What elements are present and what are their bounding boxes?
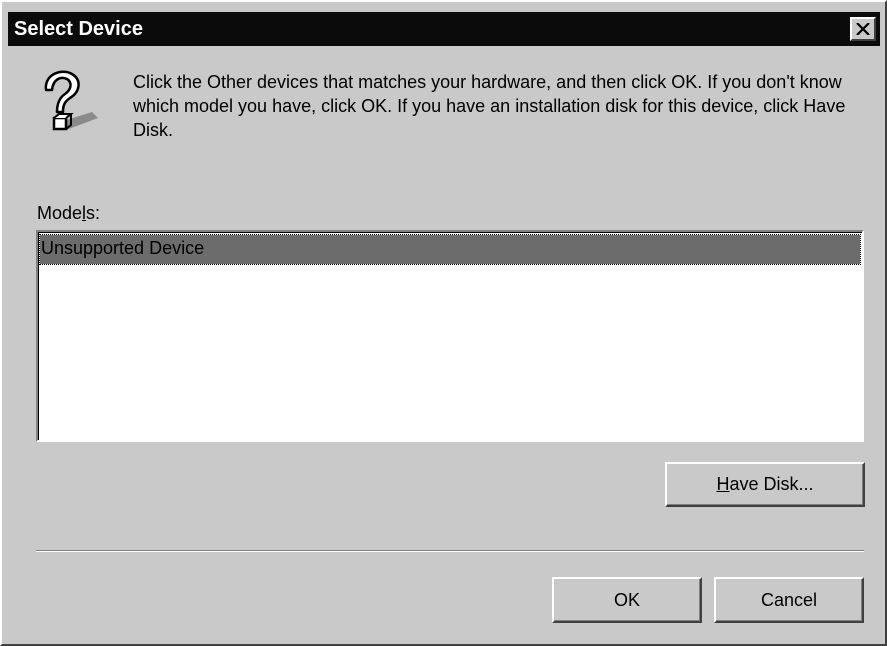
question-help-icon: [32, 64, 102, 144]
select-device-dialog: Select Device Click the Other devices th…: [0, 0, 887, 646]
title-bar[interactable]: Select Device: [8, 12, 880, 46]
separator: [36, 550, 864, 552]
models-listbox[interactable]: Unsupported Device: [36, 230, 864, 442]
cancel-button[interactable]: Cancel: [714, 577, 864, 623]
ok-button[interactable]: OK: [552, 577, 702, 623]
list-item-unsupported-device[interactable]: Unsupported Device: [39, 234, 861, 265]
instruction-text: Click the Other devices that matches you…: [133, 72, 846, 140]
have-disk-button[interactable]: Have Disk...: [665, 462, 865, 507]
close-button[interactable]: [850, 17, 876, 41]
have-disk-label: Have Disk...: [716, 474, 814, 494]
dialog-title: Select Device: [14, 18, 143, 40]
close-icon: [856, 23, 870, 35]
models-label: Models:: [37, 203, 101, 223]
